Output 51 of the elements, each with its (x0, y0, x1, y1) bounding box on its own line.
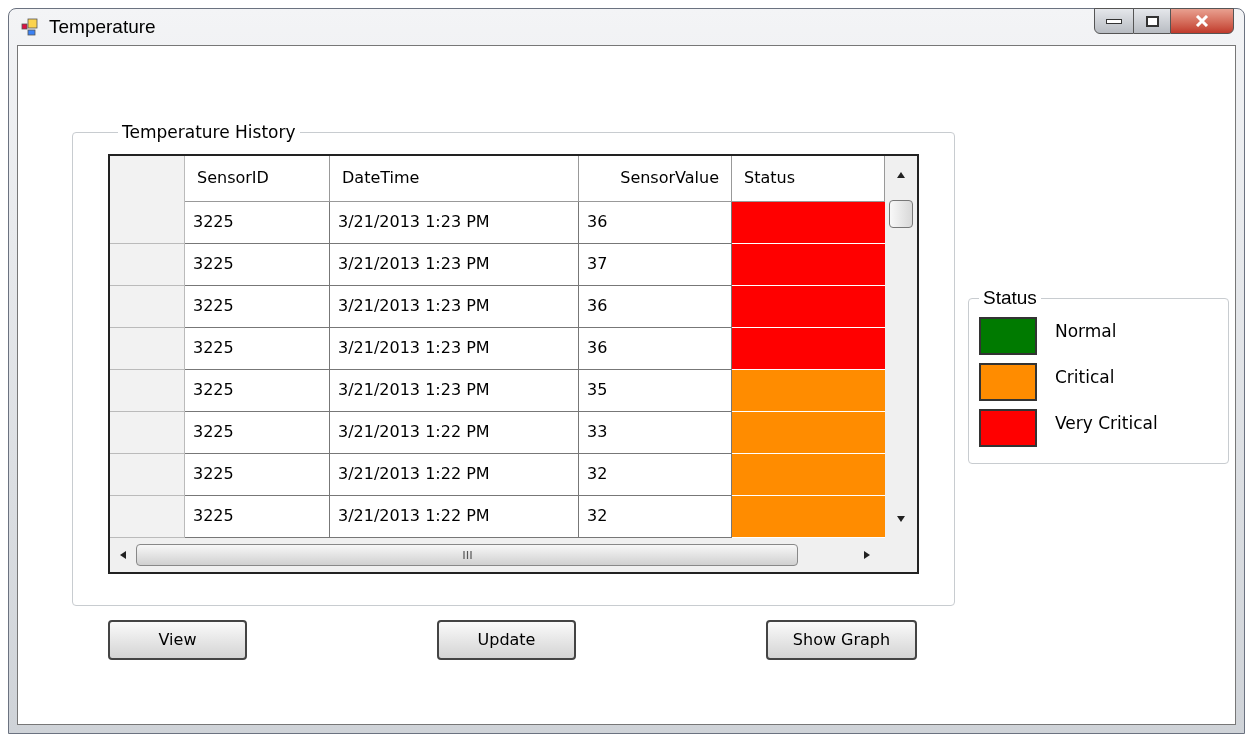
row-header[interactable] (110, 243, 185, 286)
table-cell: 3/21/2013 1:23 PM (330, 243, 579, 286)
group-title: Status (982, 286, 1038, 310)
table-cell: 3/21/2013 1:23 PM (330, 369, 579, 412)
close-button[interactable] (1170, 8, 1234, 34)
table-cell: 3/21/2013 1:23 PM (330, 285, 579, 328)
table-cell: 3/21/2013 1:22 PM (330, 411, 579, 454)
table-cell: 3/21/2013 1:23 PM (330, 327, 579, 370)
vertical-scrollbar[interactable] (885, 155, 917, 538)
column-header[interactable]: SensorID (185, 155, 330, 202)
window-title: Temperature (49, 14, 156, 39)
group-title: Temperature History (121, 121, 297, 144)
table-cell: 3225 (185, 453, 330, 496)
row-header[interactable] (110, 369, 185, 412)
scroll-up-icon (897, 171, 905, 178)
column-header[interactable]: Status (732, 155, 885, 202)
close-icon (1195, 15, 1209, 27)
row-header[interactable] (110, 285, 185, 328)
table-cell: 3/21/2013 1:23 PM (330, 201, 579, 244)
table-cell: 3225 (185, 411, 330, 454)
table-cell: 3/21/2013 1:22 PM (330, 495, 579, 538)
table-cell: 3225 (185, 369, 330, 412)
row-header[interactable] (110, 411, 185, 454)
table-cell: 3225 (185, 201, 330, 244)
legend-label: Very Critical (1055, 411, 1158, 435)
scroll-thumb[interactable] (136, 543, 798, 566)
scroll-down-icon (897, 515, 905, 522)
legend-label: Normal (1055, 319, 1117, 343)
scroll-left-icon (120, 550, 126, 559)
legend-label: Critical (1055, 365, 1115, 389)
action-button[interactable]: View (108, 620, 247, 660)
scroll-right-icon (864, 550, 870, 559)
grip-icon (462, 550, 472, 559)
row-header[interactable] (110, 201, 185, 244)
row-header[interactable] (110, 495, 185, 538)
column-header[interactable]: DateTime (330, 155, 579, 202)
maximize-button[interactable] (1134, 8, 1170, 34)
table-cell: 3225 (185, 327, 330, 370)
row-header[interactable] (110, 453, 185, 496)
action-button[interactable]: Show Graph (766, 620, 917, 660)
column-header[interactable]: SensorValue (579, 155, 732, 202)
table-cell: 3225 (185, 495, 330, 538)
table-cell: 3225 (185, 285, 330, 328)
app-icon (21, 18, 39, 36)
row-header[interactable] (110, 327, 185, 370)
table-cell: 3225 (185, 243, 330, 286)
action-button[interactable]: Update (437, 620, 576, 660)
table-cell: 3/21/2013 1:22 PM (330, 453, 579, 496)
scroll-thumb[interactable] (889, 199, 913, 228)
minimize-button[interactable] (1094, 8, 1134, 34)
horizontal-scrollbar[interactable] (110, 537, 917, 572)
